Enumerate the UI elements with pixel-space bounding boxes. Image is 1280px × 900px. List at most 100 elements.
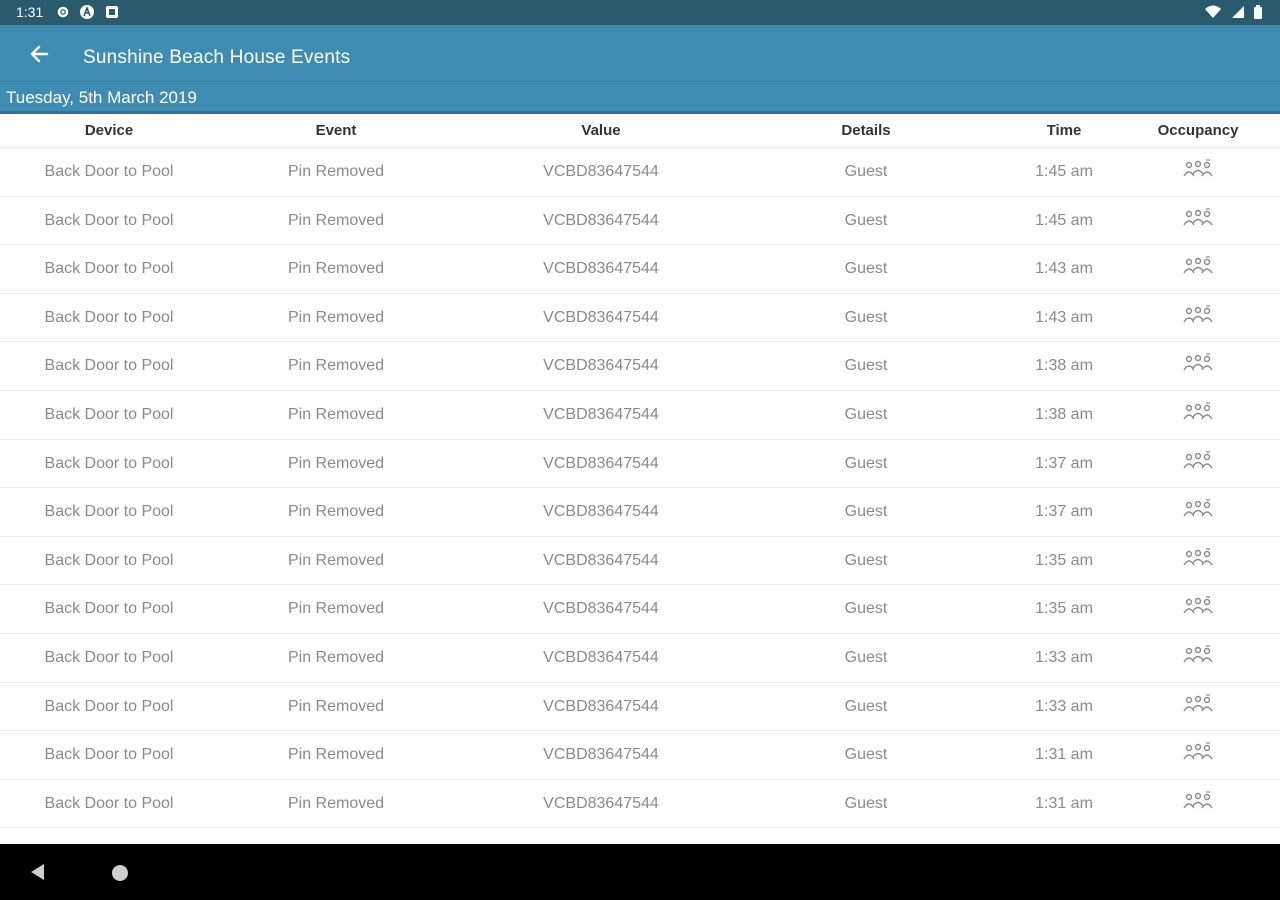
table-row[interactable]: Back Door to Pool Pin Removed VCBD83647544…: [0, 537, 1280, 586]
cell-value: VCBD83647544: [543, 503, 659, 521]
cell-device: Back Door to Pool: [44, 794, 174, 812]
cell-details: Guest: [844, 503, 888, 521]
cell-value: VCBD83647544: [543, 551, 659, 569]
date-label: Tuesday, 5th March 2019: [6, 88, 197, 107]
cell-time: 1:35 am: [1035, 600, 1093, 618]
cell-time: 1:33 am: [1035, 648, 1093, 666]
table-row[interactable]: Back Door to Pool Pin Removed VCBD83647544…: [0, 342, 1280, 391]
people-occupied-icon: [1170, 693, 1226, 719]
cell-details: Guest: [844, 405, 888, 423]
cell-details: Guest: [844, 308, 888, 326]
status-left-icons: [56, 5, 125, 23]
people-occupied-icon: [1170, 256, 1226, 281]
table-row[interactable]: Back Door to Pool Pin Removed VCBD83647544…: [0, 440, 1280, 489]
battery-icon: [1254, 5, 1262, 19]
table-row[interactable]: Back Door to Pool Pin Removed VCBD83647544…: [0, 731, 1280, 780]
cell-event: Pin Removed: [287, 551, 385, 569]
cell-device: Back Door to Pool: [44, 454, 174, 472]
notification-square-icon: [105, 6, 118, 18]
cell-event: Pin Removed: [287, 697, 385, 715]
people-occupied-icon: [1170, 353, 1226, 378]
cell-time: 1:45 am: [1035, 211, 1093, 229]
cell-time: 1:31 am: [1035, 746, 1093, 764]
cell-value: VCBD83647544: [543, 697, 659, 715]
nav-home-icon[interactable]: [112, 865, 128, 881]
cell-value: VCBD83647544: [543, 794, 659, 812]
cell-event: Pin Removed: [287, 211, 385, 229]
navigation-bar: [0, 844, 1280, 900]
status-bar: 1:31: [0, 0, 1280, 25]
table-row[interactable]: Back Door to Pool Pin Removed VCBD83647544…: [0, 585, 1280, 634]
cell-event: Pin Removed: [287, 794, 385, 812]
date-bar: Tuesday, 5th March 2019: [0, 81, 1280, 113]
cell-details: Guest: [844, 600, 888, 618]
status-time: 1:31: [16, 4, 44, 20]
arrow-left-icon: [30, 45, 49, 63]
column-header-occupancy: Occupancy: [1157, 122, 1239, 139]
cell-details: Guest: [844, 454, 888, 472]
cell-device: Back Door to Pool: [44, 600, 174, 618]
cell-value: VCBD83647544: [543, 600, 659, 618]
table-row[interactable]: Back Door to Pool Pin Removed VCBD83647544…: [0, 245, 1280, 294]
cell-time: 1:31 am: [1035, 794, 1093, 812]
cell-device: Back Door to Pool: [44, 503, 174, 521]
table-row[interactable]: Back Door to Pool Pin Removed VCBD83647544…: [0, 148, 1280, 197]
events-list: Back Door to Pool Pin Removed VCBD83647544…: [0, 148, 1280, 829]
app-bar: Sunshine Beach House Events: [0, 25, 1280, 81]
people-occupied-icon: [1170, 596, 1226, 621]
cell-details: Guest: [844, 551, 888, 569]
people-occupied-icon: [1170, 450, 1226, 476]
cell-event: Pin Removed: [287, 454, 385, 472]
column-header-time: Time: [1046, 122, 1082, 139]
nav-back-icon[interactable]: [28, 862, 46, 887]
cell-value: VCBD83647544: [543, 746, 659, 764]
cell-details: Guest: [844, 163, 888, 180]
table-row[interactable]: Back Door to Pool Pin Removed VCBD83647544…: [0, 780, 1280, 829]
cell-time: 1:38 am: [1035, 357, 1093, 375]
cell-event: Pin Removed: [287, 503, 385, 521]
table-row[interactable]: Back Door to Pool Pin Removed VCBD83647544…: [0, 294, 1280, 343]
cell-value: VCBD83647544: [543, 211, 659, 229]
cell-time: 1:33 am: [1035, 697, 1093, 715]
cell-event: Pin Removed: [287, 260, 385, 278]
cell-device: Back Door to Pool: [44, 260, 174, 278]
table-row[interactable]: Back Door to Pool Pin Removed VCBD83647544…: [0, 683, 1280, 732]
table-row[interactable]: Back Door to Pool Pin Removed VCBD83647544…: [0, 197, 1280, 246]
column-header-device: Device: [84, 122, 134, 139]
cell-event: Pin Removed: [287, 648, 385, 666]
people-occupied-icon: [1170, 159, 1226, 184]
people-occupied-icon: [1170, 645, 1226, 670]
people-occupied-icon: [1170, 791, 1226, 816]
cell-device: Back Door to Pool: [44, 163, 174, 180]
table-header: Device Event Value Details Time Occupanc…: [0, 114, 1280, 148]
back-button[interactable]: [22, 37, 56, 71]
cell-time: 1:43 am: [1035, 308, 1093, 326]
page-title: Sunshine Beach House Events: [83, 47, 351, 68]
cell-details: Guest: [844, 746, 888, 764]
column-header-value: Value: [581, 122, 621, 139]
cell-event: Pin Removed: [287, 405, 385, 423]
cell-time: 1:35 am: [1035, 551, 1093, 569]
table-row[interactable]: Back Door to Pool Pin Removed VCBD83647544…: [0, 488, 1280, 537]
cell-details: Guest: [844, 794, 888, 812]
cell-event: Pin Removed: [287, 163, 385, 180]
cell-event: Pin Removed: [287, 357, 385, 375]
cell-device: Back Door to Pool: [44, 648, 174, 666]
settings-icon: [57, 6, 69, 18]
table-row[interactable]: Back Door to Pool Pin Removed VCBD83647544…: [0, 391, 1280, 440]
people-occupied-icon: [1170, 499, 1226, 524]
signal-icon: [1231, 6, 1244, 18]
table-row[interactable]: Back Door to Pool Pin Removed VCBD83647544…: [0, 634, 1280, 683]
cell-event: Pin Removed: [287, 308, 385, 326]
cell-value: VCBD83647544: [543, 308, 659, 326]
cell-device: Back Door to Pool: [44, 308, 174, 326]
column-header-event: Event: [315, 122, 357, 139]
cell-device: Back Door to Pool: [44, 551, 174, 569]
column-header-details: Details: [841, 122, 891, 139]
people-occupied-icon: [1170, 402, 1226, 427]
cell-details: Guest: [844, 211, 888, 229]
people-occupied-icon: [1170, 207, 1226, 233]
cell-value: VCBD83647544: [543, 454, 659, 472]
wifi-icon: [1205, 5, 1222, 18]
cell-device: Back Door to Pool: [44, 697, 174, 715]
